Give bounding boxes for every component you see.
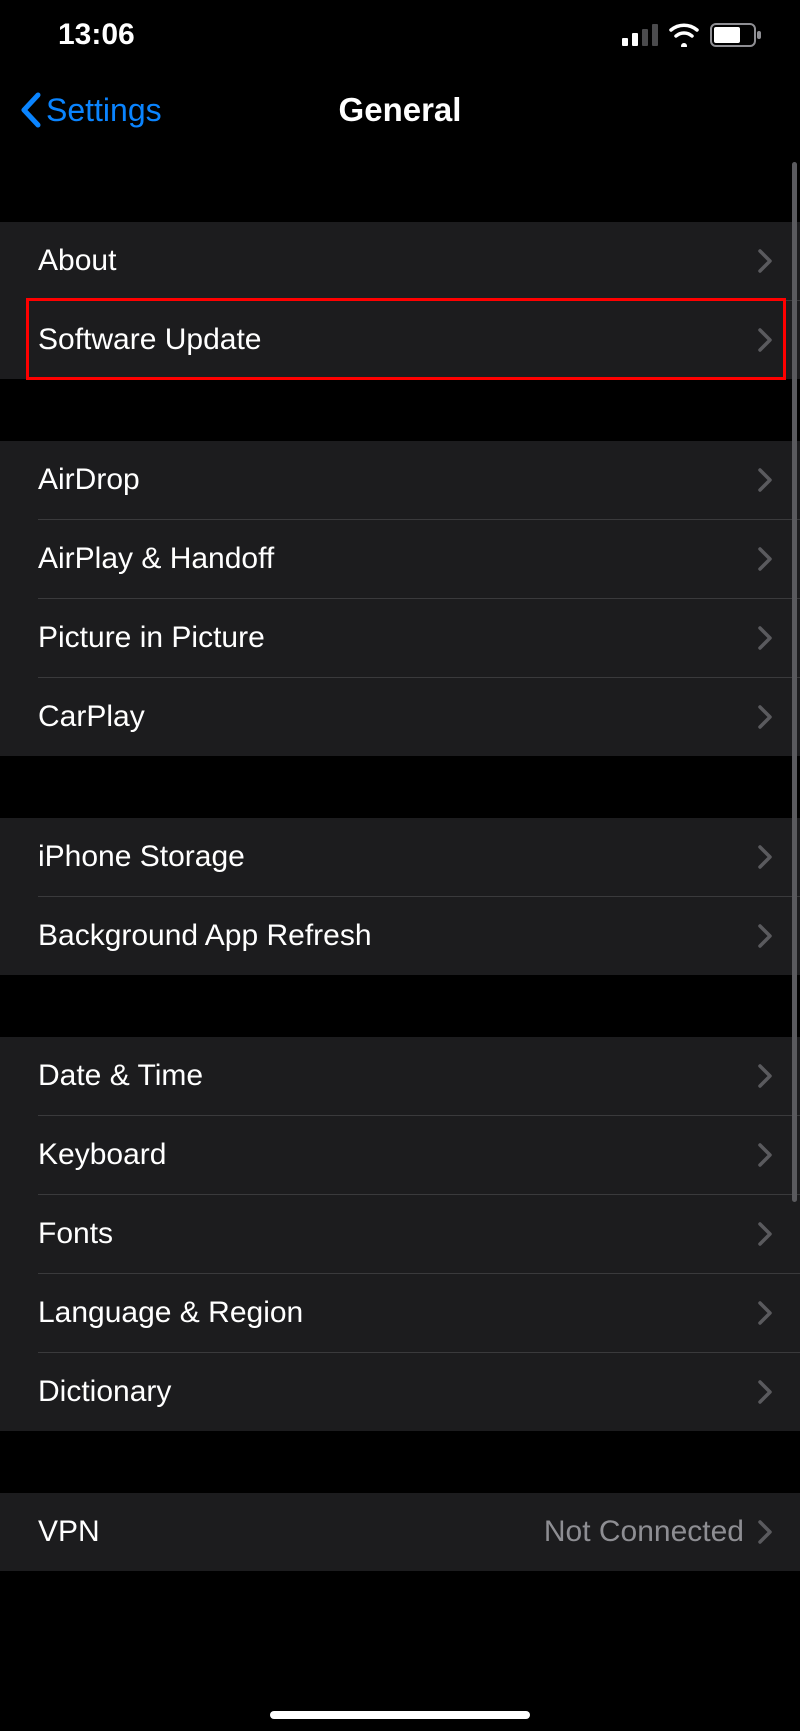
nav-bar: Settings General <box>0 70 800 150</box>
chevron-right-icon <box>758 705 772 729</box>
chevron-right-icon <box>758 845 772 869</box>
row-iphone-storage[interactable]: iPhone Storage <box>0 818 800 896</box>
chevron-right-icon <box>758 626 772 650</box>
row-label: AirDrop <box>38 463 140 497</box>
row-keyboard[interactable]: Keyboard <box>0 1116 800 1194</box>
settings-group: Date & Time Keyboard Fonts Language & Regio… <box>0 1037 800 1431</box>
back-button[interactable]: Settings <box>18 92 162 129</box>
status-icons <box>622 23 762 47</box>
row-value: Not Connected <box>544 1515 744 1549</box>
row-date-time[interactable]: Date & Time <box>0 1037 800 1115</box>
row-carplay[interactable]: CarPlay <box>0 678 800 756</box>
status-bar: 13:06 <box>0 0 800 70</box>
row-label: Fonts <box>38 1217 113 1251</box>
row-label: Software Update <box>38 323 261 357</box>
chevron-right-icon <box>758 924 772 948</box>
row-label: Background App Refresh <box>38 919 372 953</box>
chevron-right-icon <box>758 1143 772 1167</box>
row-airplay-handoff[interactable]: AirPlay & Handoff <box>0 520 800 598</box>
chevron-right-icon <box>758 1222 772 1246</box>
chevron-right-icon <box>758 547 772 571</box>
content: About Software Update AirDrop AirPlay & Han… <box>0 150 800 1571</box>
row-label: About <box>38 244 116 278</box>
chevron-right-icon <box>758 249 772 273</box>
row-label: iPhone Storage <box>38 840 245 874</box>
row-label: Dictionary <box>38 1375 171 1409</box>
chevron-right-icon <box>758 328 772 352</box>
row-about[interactable]: About <box>0 222 800 300</box>
row-language-region[interactable]: Language & Region <box>0 1274 800 1352</box>
settings-group: VPN Not Connected <box>0 1493 800 1571</box>
group-spacer <box>0 975 800 1037</box>
settings-group: About Software Update <box>0 222 800 379</box>
wifi-icon <box>668 23 700 47</box>
row-label: Picture in Picture <box>38 621 265 655</box>
group-spacer <box>0 160 800 222</box>
group-spacer <box>0 756 800 818</box>
chevron-right-icon <box>758 468 772 492</box>
back-label: Settings <box>46 92 162 129</box>
battery-icon <box>710 23 762 47</box>
settings-group: iPhone Storage Background App Refresh <box>0 818 800 975</box>
row-label: Keyboard <box>38 1138 166 1172</box>
row-label: AirPlay & Handoff <box>38 542 274 576</box>
settings-group: AirDrop AirPlay & Handoff Picture in Pictu… <box>0 441 800 756</box>
row-label: VPN <box>38 1515 100 1549</box>
row-label: CarPlay <box>38 700 145 734</box>
back-chevron-icon <box>18 92 42 128</box>
row-software-update[interactable]: Software Update <box>0 301 800 379</box>
chevron-right-icon <box>758 1380 772 1404</box>
row-fonts[interactable]: Fonts <box>0 1195 800 1273</box>
group-spacer <box>0 379 800 441</box>
cellular-signal-icon <box>622 24 658 46</box>
row-dictionary[interactable]: Dictionary <box>0 1353 800 1431</box>
row-picture-in-picture[interactable]: Picture in Picture <box>0 599 800 677</box>
group-spacer <box>0 1431 800 1493</box>
chevron-right-icon <box>758 1064 772 1088</box>
row-label: Date & Time <box>38 1059 203 1093</box>
chevron-right-icon <box>758 1520 772 1544</box>
scrollbar[interactable] <box>792 162 797 1202</box>
chevron-right-icon <box>758 1301 772 1325</box>
row-vpn[interactable]: VPN Not Connected <box>0 1493 800 1571</box>
row-airdrop[interactable]: AirDrop <box>0 441 800 519</box>
status-time: 13:06 <box>38 18 135 52</box>
nav-title: General <box>339 91 462 129</box>
home-indicator[interactable] <box>270 1711 530 1719</box>
row-background-app-refresh[interactable]: Background App Refresh <box>0 897 800 975</box>
row-label: Language & Region <box>38 1296 303 1330</box>
